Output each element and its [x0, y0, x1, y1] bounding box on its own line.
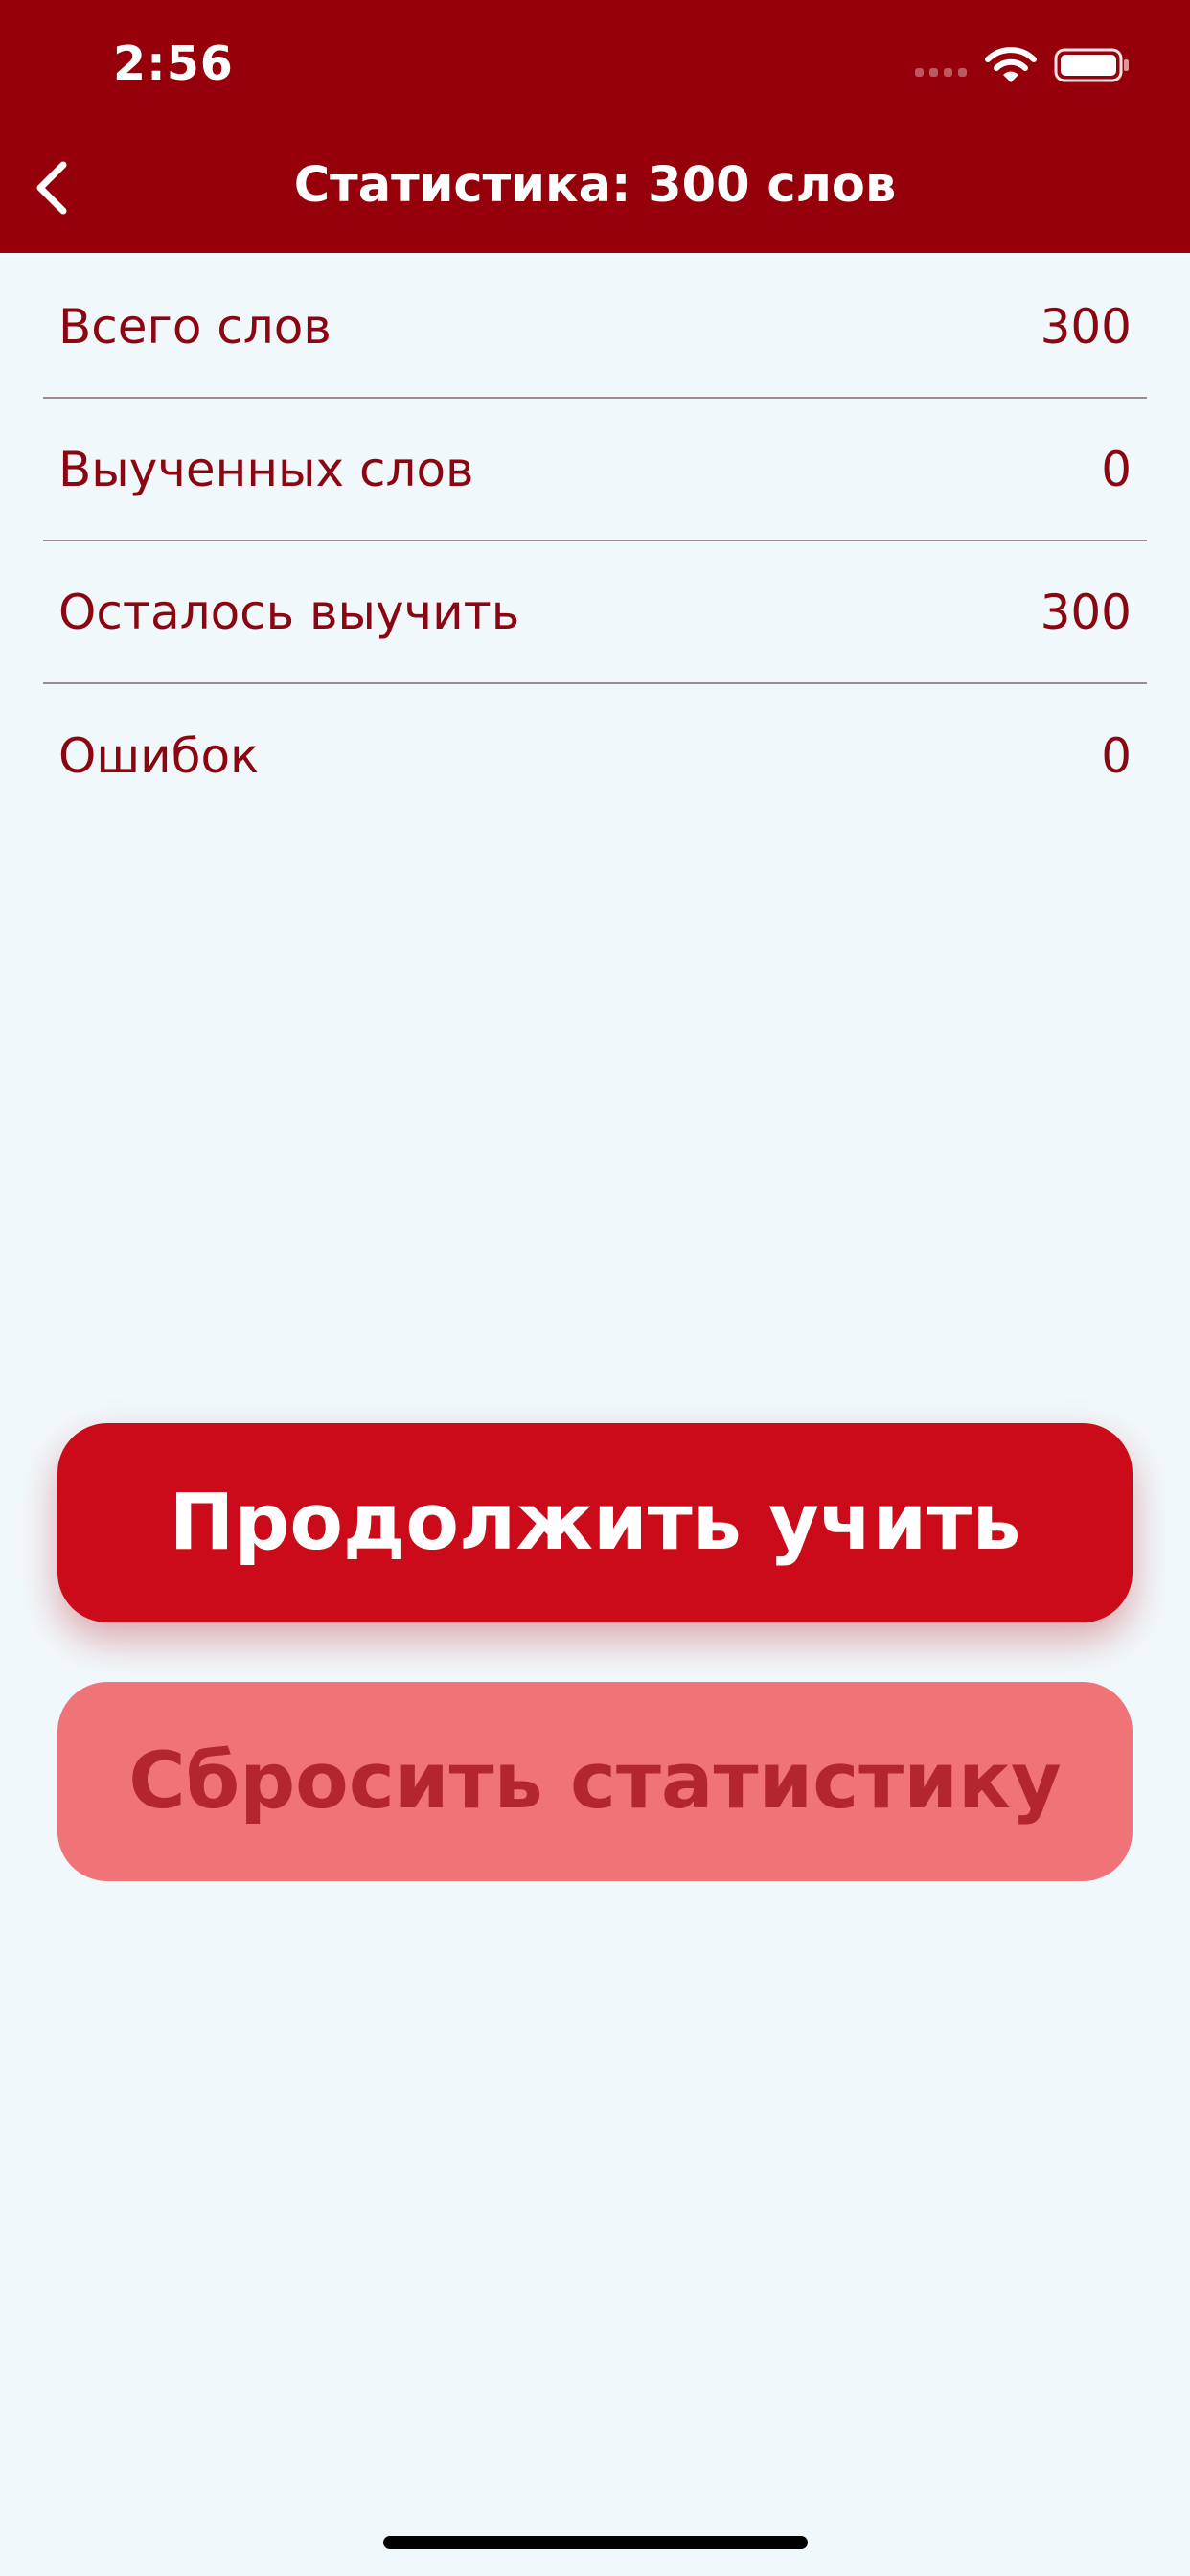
- status-time: 2:56: [113, 36, 234, 91]
- stat-row-total: Всего слов 300: [43, 256, 1147, 399]
- continue-learning-button[interactable]: Продолжить учить: [57, 1423, 1133, 1622]
- stat-value: 300: [1040, 298, 1132, 355]
- wifi-icon: [985, 47, 1037, 82]
- stat-label: Всего слов: [58, 298, 332, 355]
- stat-value: 300: [1040, 584, 1132, 640]
- page-title: Статистика: 300 слов: [293, 157, 897, 214]
- stats-list: Всего слов 300 Выученных слов 0 Осталось…: [43, 256, 1147, 827]
- reset-statistics-button[interactable]: Сбросить статистику: [57, 1682, 1133, 1881]
- home-indicator[interactable]: [383, 2536, 808, 2549]
- stat-row-errors: Ошибок 0: [43, 684, 1147, 827]
- stat-value: 0: [1101, 727, 1132, 784]
- header-bar: 2:56 Статистика: 300 слов: [0, 0, 1190, 253]
- stat-label: Осталось выучить: [58, 584, 520, 640]
- stat-row-learned: Выученных слов 0: [43, 399, 1147, 541]
- stat-label: Ошибок: [58, 727, 260, 784]
- stat-label: Выученных слов: [58, 441, 474, 497]
- battery-icon: [1054, 48, 1129, 82]
- stat-value: 0: [1101, 441, 1132, 497]
- stat-row-remaining: Осталось выучить 300: [43, 541, 1147, 684]
- cellular-signal-icon: [915, 68, 967, 77]
